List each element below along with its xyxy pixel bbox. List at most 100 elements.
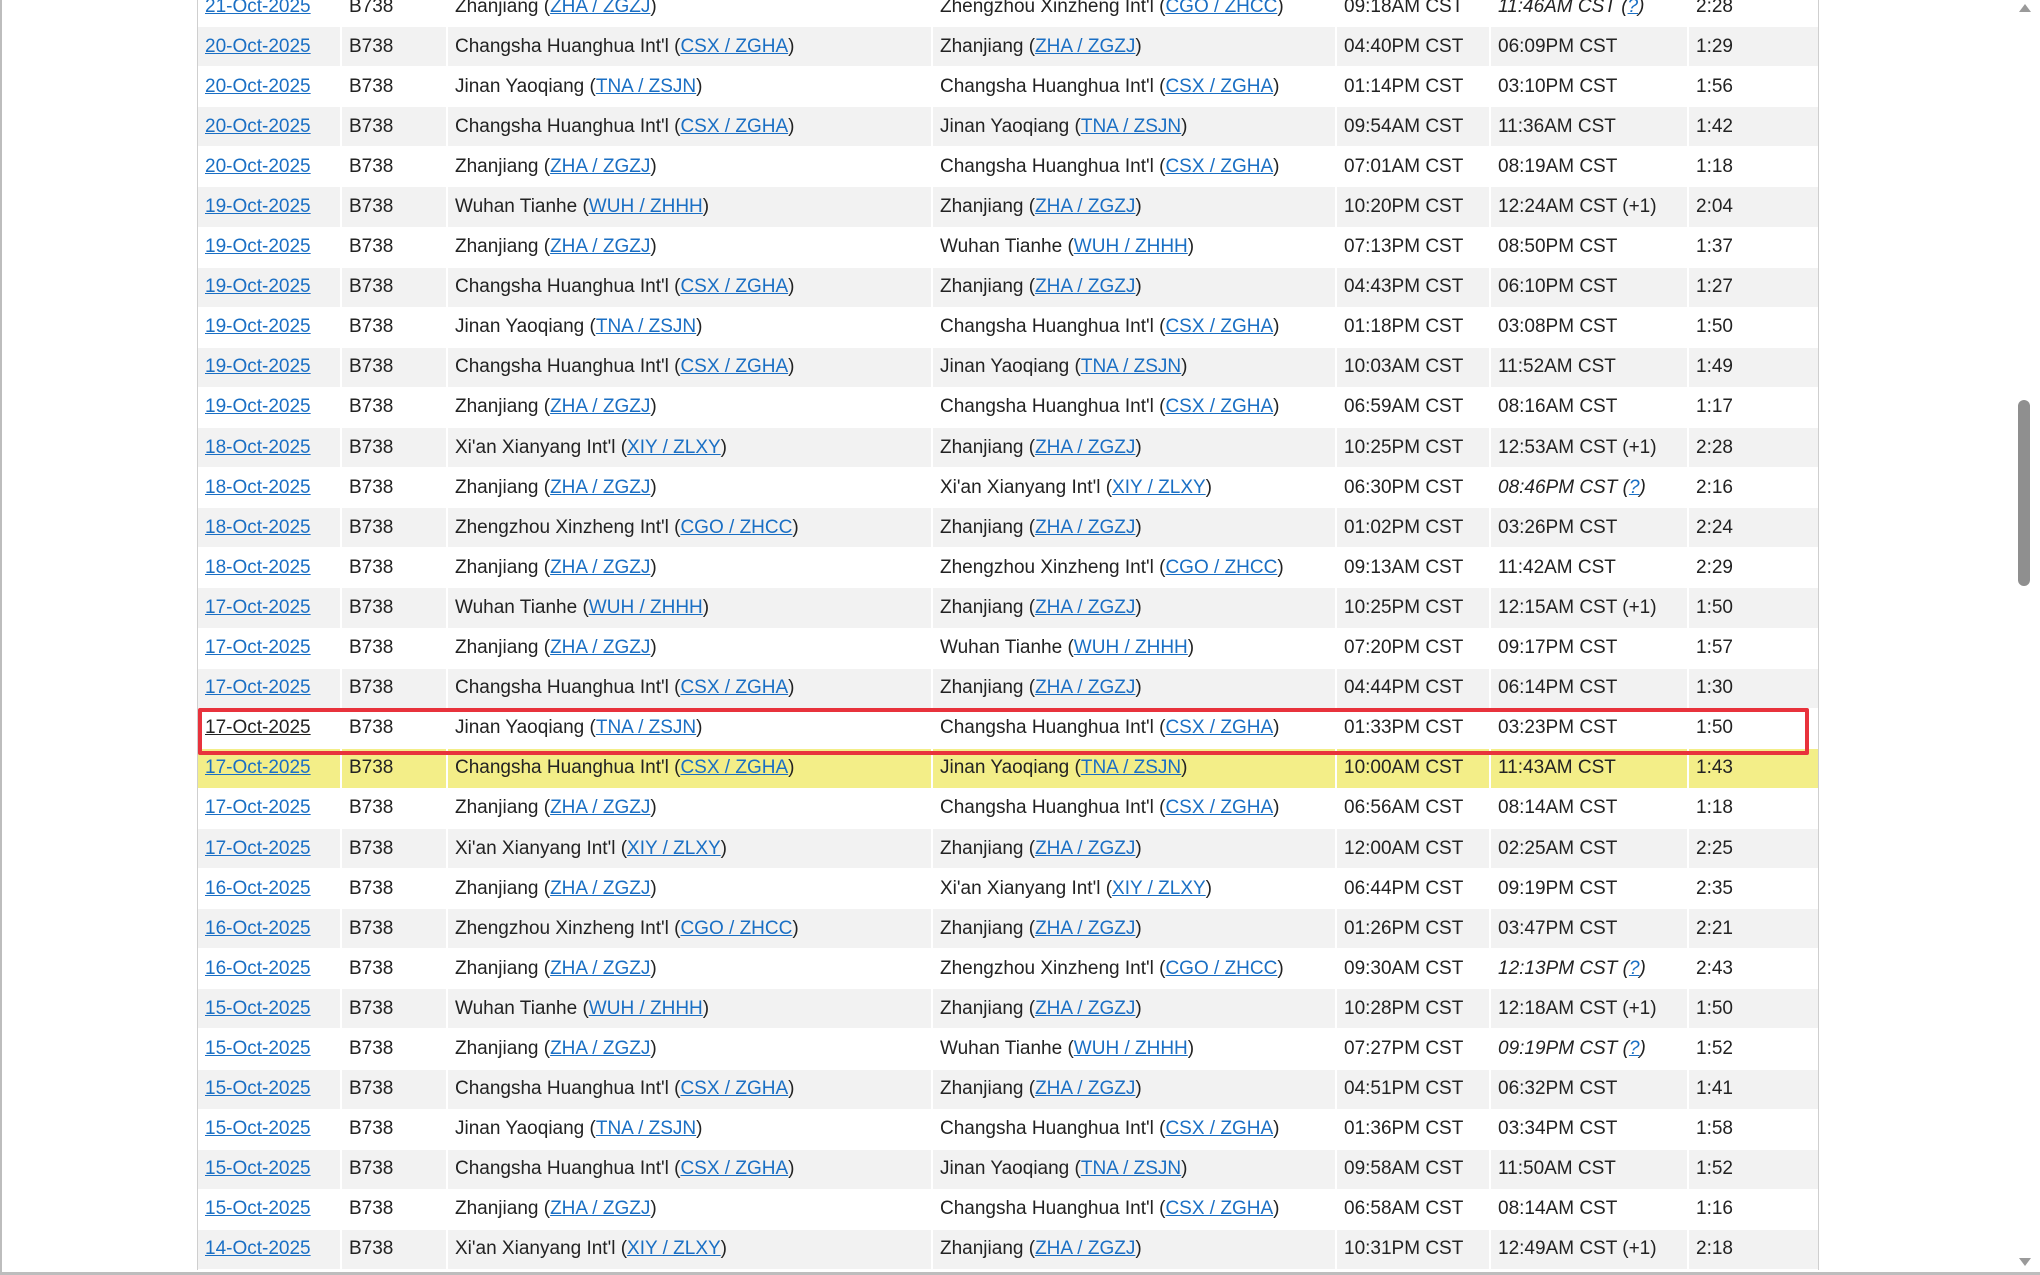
estimate-help-link[interactable]: ?: [1629, 958, 1640, 979]
destination-airport-code-link[interactable]: CSX / ZGHA: [1165, 797, 1273, 819]
flight-date-link[interactable]: 15-Oct-2025: [205, 1158, 311, 1180]
flight-date-link[interactable]: 15-Oct-2025: [205, 1038, 311, 1060]
destination-airport-code-link[interactable]: ZHA / ZGZJ: [1035, 998, 1135, 1020]
origin-airport-code-link[interactable]: CSX / ZGHA: [680, 36, 788, 58]
origin-airport-code-link[interactable]: XIY / ZLXY: [627, 1238, 721, 1260]
destination-airport-code-link[interactable]: CGO / ZHCC: [1165, 0, 1277, 18]
destination-airport-code-link[interactable]: ZHA / ZGZJ: [1035, 597, 1135, 619]
destination-airport-code-link[interactable]: XIY / ZLXY: [1112, 477, 1206, 499]
origin-airport-code-link[interactable]: CSX / ZGHA: [680, 677, 788, 699]
destination-airport-code-link[interactable]: ZHA / ZGZJ: [1035, 1078, 1135, 1100]
origin-airport-code-link[interactable]: TNA / ZSJN: [596, 76, 696, 98]
flight-date-link[interactable]: 16-Oct-2025: [205, 918, 311, 940]
flight-date-link[interactable]: 20-Oct-2025: [205, 76, 311, 98]
destination-airport-code-link[interactable]: CSX / ZGHA: [1165, 156, 1273, 178]
origin-airport-code-link[interactable]: CSX / ZGHA: [680, 356, 788, 378]
origin-airport-code-link[interactable]: ZHA / ZGZJ: [550, 1198, 650, 1220]
destination-airport-code-link[interactable]: ZHA / ZGZJ: [1035, 437, 1135, 459]
flight-date-link[interactable]: 15-Oct-2025: [205, 1078, 311, 1100]
flight-date-link[interactable]: 19-Oct-2025: [205, 396, 311, 418]
destination-airport-code-link[interactable]: TNA / ZSJN: [1081, 116, 1181, 138]
destination-airport-code-link[interactable]: ZHA / ZGZJ: [1035, 1238, 1135, 1260]
origin-airport-code-link[interactable]: XIY / ZLXY: [627, 838, 721, 860]
origin-airport-code-link[interactable]: CGO / ZHCC: [680, 918, 792, 940]
origin-airport-code-link[interactable]: CGO / ZHCC: [680, 517, 792, 539]
flight-date-link[interactable]: 17-Oct-2025: [205, 597, 311, 619]
flight-date-link[interactable]: 19-Oct-2025: [205, 356, 311, 378]
origin-airport-code-link[interactable]: ZHA / ZGZJ: [550, 878, 650, 900]
flight-date-link[interactable]: 15-Oct-2025: [205, 998, 311, 1020]
origin-airport-code-link[interactable]: TNA / ZSJN: [596, 1118, 696, 1140]
destination-airport-code-link[interactable]: CSX / ZGHA: [1165, 396, 1273, 418]
origin-airport-code-link[interactable]: ZHA / ZGZJ: [550, 958, 650, 980]
destination-airport-code-link[interactable]: ZHA / ZGZJ: [1035, 677, 1135, 699]
destination-airport-code-link[interactable]: TNA / ZSJN: [1081, 356, 1181, 378]
vertical-scrollbar[interactable]: [2012, 0, 2040, 1272]
flight-date-link[interactable]: 19-Oct-2025: [205, 236, 311, 258]
destination-airport-code-link[interactable]: CSX / ZGHA: [1165, 1118, 1273, 1140]
destination-airport-code-link[interactable]: ZHA / ZGZJ: [1035, 517, 1135, 539]
flight-date-link[interactable]: 14-Oct-2025: [205, 1238, 311, 1260]
scrollbar-thumb[interactable]: [2018, 400, 2030, 586]
origin-airport-code-link[interactable]: CSX / ZGHA: [680, 757, 788, 779]
destination-airport-code-link[interactable]: CGO / ZHCC: [1165, 958, 1277, 980]
origin-airport-code-link[interactable]: ZHA / ZGZJ: [550, 797, 650, 819]
origin-airport-code-link[interactable]: XIY / ZLXY: [627, 437, 721, 459]
destination-airport-code-link[interactable]: CSX / ZGHA: [1165, 76, 1273, 98]
destination-airport-code-link[interactable]: WUH / ZHHH: [1074, 637, 1188, 659]
flight-date-link[interactable]: 17-Oct-2025: [205, 757, 311, 779]
origin-airport-code-link[interactable]: CSX / ZGHA: [680, 1158, 788, 1180]
destination-airport-code-link[interactable]: ZHA / ZGZJ: [1035, 838, 1135, 860]
flight-date-link[interactable]: 21-Oct-2025: [205, 0, 311, 18]
origin-airport-code-link[interactable]: TNA / ZSJN: [596, 316, 696, 338]
origin-airport-code-link[interactable]: ZHA / ZGZJ: [550, 396, 650, 418]
origin-airport-code-link[interactable]: ZHA / ZGZJ: [550, 1038, 650, 1060]
destination-airport-code-link[interactable]: TNA / ZSJN: [1081, 1158, 1181, 1180]
destination-airport-code-link[interactable]: ZHA / ZGZJ: [1035, 276, 1135, 298]
destination-airport-code-link[interactable]: CSX / ZGHA: [1165, 316, 1273, 338]
flight-date-link[interactable]: 19-Oct-2025: [205, 276, 311, 298]
origin-airport-code-link[interactable]: CSX / ZGHA: [680, 1078, 788, 1100]
origin-airport-code-link[interactable]: CSX / ZGHA: [680, 276, 788, 298]
flight-date-link[interactable]: 15-Oct-2025: [205, 1118, 311, 1140]
origin-airport-code-link[interactable]: ZHA / ZGZJ: [550, 637, 650, 659]
flight-date-link[interactable]: 18-Oct-2025: [205, 477, 311, 499]
flight-date-link[interactable]: 17-Oct-2025: [205, 838, 311, 860]
origin-airport-code-link[interactable]: ZHA / ZGZJ: [550, 0, 650, 18]
origin-airport-code-link[interactable]: WUH / ZHHH: [589, 196, 703, 218]
estimate-help-link[interactable]: ?: [1629, 477, 1640, 498]
origin-airport-code-link[interactable]: WUH / ZHHH: [589, 597, 703, 619]
origin-airport-code-link[interactable]: CSX / ZGHA: [680, 116, 788, 138]
flight-date-link[interactable]: 18-Oct-2025: [205, 517, 311, 539]
scroll-down-arrow-icon[interactable]: [2019, 1258, 2031, 1266]
destination-airport-code-link[interactable]: ZHA / ZGZJ: [1035, 196, 1135, 218]
flight-date-link[interactable]: 16-Oct-2025: [205, 958, 311, 980]
flight-date-link[interactable]: 17-Oct-2025: [205, 797, 311, 819]
origin-airport-code-link[interactable]: TNA / ZSJN: [596, 717, 696, 739]
destination-airport-code-link[interactable]: TNA / ZSJN: [1081, 757, 1181, 779]
flight-date-link[interactable]: 20-Oct-2025: [205, 156, 311, 178]
flight-date-link[interactable]: 19-Oct-2025: [205, 196, 311, 218]
origin-airport-code-link[interactable]: ZHA / ZGZJ: [550, 156, 650, 178]
destination-airport-code-link[interactable]: ZHA / ZGZJ: [1035, 918, 1135, 940]
flight-date-link[interactable]: 17-Oct-2025: [205, 637, 311, 659]
flight-date-link[interactable]: 18-Oct-2025: [205, 437, 311, 459]
destination-airport-code-link[interactable]: CSX / ZGHA: [1165, 717, 1273, 739]
origin-airport-code-link[interactable]: WUH / ZHHH: [589, 998, 703, 1020]
destination-airport-code-link[interactable]: ZHA / ZGZJ: [1035, 36, 1135, 58]
destination-airport-code-link[interactable]: XIY / ZLXY: [1112, 878, 1206, 900]
origin-airport-code-link[interactable]: ZHA / ZGZJ: [550, 236, 650, 258]
flight-date-link[interactable]: 20-Oct-2025: [205, 36, 311, 58]
destination-airport-code-link[interactable]: CGO / ZHCC: [1165, 557, 1277, 579]
flight-date-link[interactable]: 18-Oct-2025: [205, 557, 311, 579]
destination-airport-code-link[interactable]: WUH / ZHHH: [1074, 236, 1188, 258]
scroll-up-arrow-icon[interactable]: [2019, 4, 2031, 12]
flight-date-link[interactable]: 19-Oct-2025: [205, 316, 311, 338]
destination-airport-code-link[interactable]: WUH / ZHHH: [1074, 1038, 1188, 1060]
flight-date-link[interactable]: 16-Oct-2025: [205, 878, 311, 900]
destination-airport-code-link[interactable]: CSX / ZGHA: [1165, 1198, 1273, 1220]
origin-airport-code-link[interactable]: ZHA / ZGZJ: [550, 557, 650, 579]
estimate-help-link[interactable]: ?: [1628, 0, 1639, 17]
flight-date-link[interactable]: 15-Oct-2025: [205, 1198, 311, 1220]
origin-airport-code-link[interactable]: ZHA / ZGZJ: [550, 477, 650, 499]
